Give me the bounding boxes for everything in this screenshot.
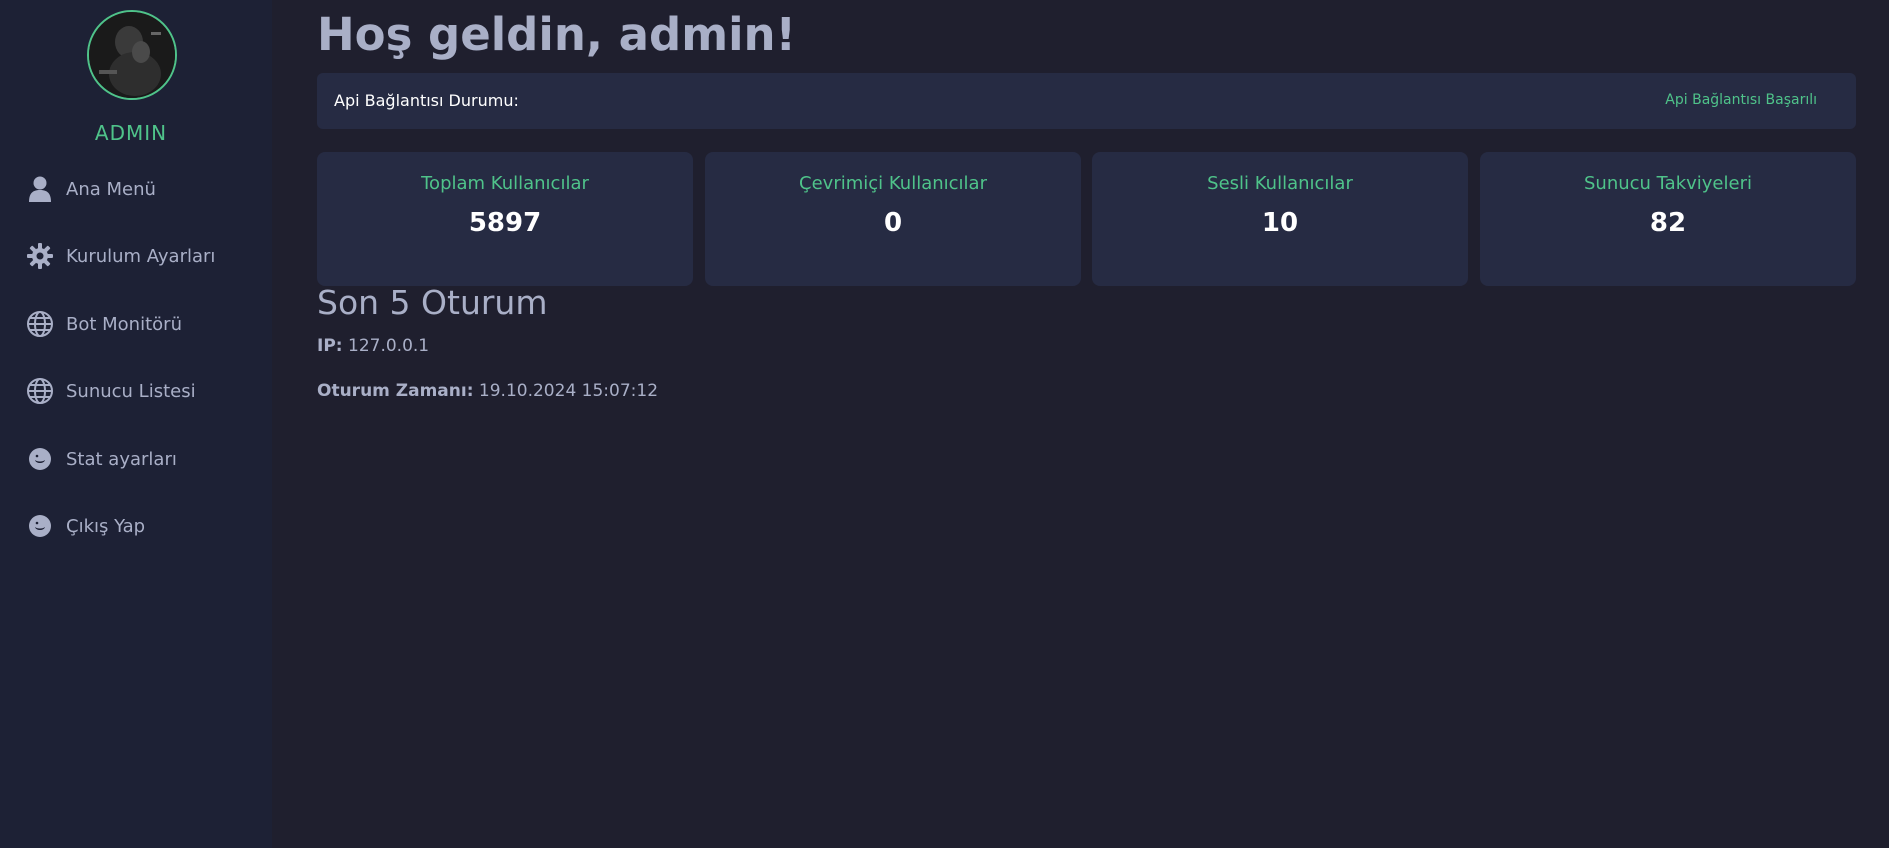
sidebar-item-label: Bot Monitörü — [66, 313, 182, 335]
page-title: Hoş geldin, admin! — [317, 8, 797, 61]
stat-card-value: 0 — [883, 208, 903, 238]
sidebar-item-label: Ana Menü — [66, 178, 156, 200]
session-time-value: 19.10.2024 15:07:12 — [478, 381, 659, 401]
sidebar-item-kurulum-ayarlari[interactable]: Kurulum Ayarları — [26, 239, 215, 273]
sidebar-item-label: Stat ayarları — [66, 448, 177, 470]
sessions-heading: Son 5 Oturum — [317, 283, 548, 322]
stat-card-value: 5897 — [468, 208, 542, 238]
sidebar-item-sunucu-listesi[interactable]: Sunucu Listesi — [26, 374, 196, 408]
sidebar: ADMIN Ana Menü Kurulum Ayarları Bot Moni… — [0, 0, 272, 848]
api-status-label: Api Bağlantısı Durumu: — [334, 91, 519, 110]
sidebar-item-bot-monitoru[interactable]: Bot Monitörü — [26, 307, 182, 341]
stat-card-title: Sesli Kullanıcılar — [1207, 173, 1353, 194]
session-ip: IP: 127.0.0.1 — [317, 336, 429, 356]
sidebar-item-label: Sunucu Listesi — [66, 380, 196, 402]
sidebar-item-stat-ayarlari[interactable]: Stat ayarları — [26, 442, 177, 476]
api-status-bar: Api Bağlantısı Durumu: Api Bağlantısı Ba… — [317, 73, 1856, 129]
stat-card-title: Çevrimiçi Kullanıcılar — [799, 173, 987, 194]
smiley-icon — [26, 512, 54, 540]
stat-card-total-users: Toplam Kullanıcılar 5897 — [317, 152, 693, 286]
stat-card-title: Sunucu Takviyeleri — [1583, 173, 1752, 194]
stat-card-value: 10 — [1261, 208, 1299, 238]
stat-card-server-boosts: Sunucu Takviyeleri 82 — [1480, 152, 1856, 286]
stat-card-title: Toplam Kullanıcılar — [421, 173, 589, 194]
gear-icon — [26, 242, 54, 270]
globe-icon — [26, 377, 54, 405]
session-time: Oturum Zamanı: 19.10.2024 15:07:12 — [317, 381, 658, 401]
sidebar-item-label: Kurulum Ayarları — [66, 245, 216, 267]
stat-card-online-users: Çevrimiçi Kullanıcılar 0 — [705, 152, 1081, 286]
session-time-label: Oturum Zamanı: — [317, 381, 474, 401]
user-icon — [26, 175, 54, 203]
session-ip-label: IP: — [317, 336, 343, 356]
globe-icon — [26, 310, 54, 338]
stats-cards: Toplam Kullanıcılar 5897 Çevrimiçi Kulla… — [317, 152, 1857, 286]
stat-card-voice-users: Sesli Kullanıcılar 10 — [1092, 152, 1468, 286]
avatar[interactable] — [87, 10, 177, 100]
sidebar-item-ana-menu[interactable]: Ana Menü — [26, 172, 156, 206]
admin-username: ADMIN — [94, 121, 168, 145]
session-ip-value: 127.0.0.1 — [348, 336, 430, 356]
api-status-value: Api Bağlantısı Başarılı — [1665, 92, 1817, 108]
smiley-icon — [26, 445, 54, 473]
sidebar-item-label: Çıkış Yap — [66, 515, 146, 537]
stat-card-value: 82 — [1649, 208, 1687, 238]
sidebar-item-cikis-yap[interactable]: Çıkış Yap — [26, 509, 145, 543]
